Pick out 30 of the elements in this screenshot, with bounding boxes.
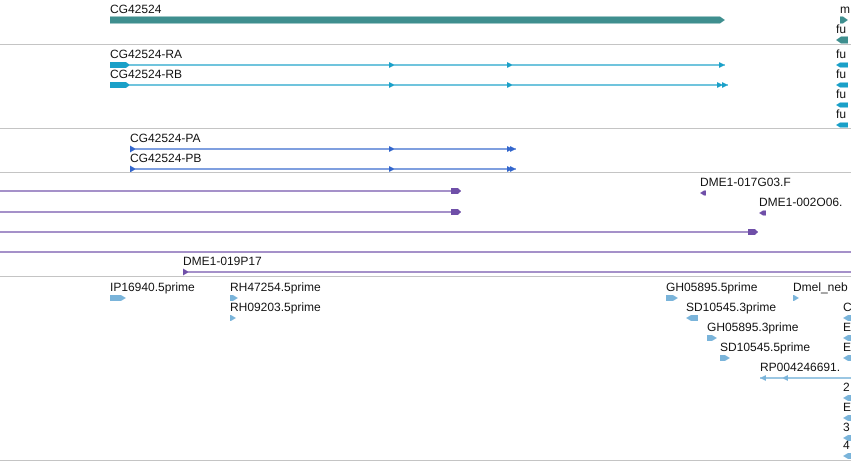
feature-label: IP16940.5prime	[110, 280, 195, 294]
feature-label: fu	[836, 107, 846, 121]
feature-label: m	[840, 2, 850, 16]
feature-label: 4	[843, 438, 850, 452]
feature-label: SD10545.3prime	[686, 300, 776, 314]
feature-label: fu	[836, 67, 846, 81]
feature-label: CG42524	[110, 2, 162, 16]
feature-label: GH05895.5prime	[666, 280, 758, 294]
feature-label: CG42524-RB	[110, 67, 182, 81]
feature-label: CG42524-PA	[130, 131, 200, 145]
feature-label: DME1-017G03.F	[700, 175, 791, 189]
feature-label: E	[843, 400, 851, 414]
feature-label: fu	[836, 22, 846, 36]
feature-label: GH05895.3prime	[707, 320, 798, 334]
feature-label: C	[843, 300, 851, 314]
feature-label: DME1-019P17	[183, 254, 262, 268]
feature-label: fu	[836, 47, 846, 61]
feature-label: fu	[836, 87, 846, 101]
feature-label: CG42524-RA	[110, 47, 182, 61]
feature-label: 2	[843, 380, 850, 394]
feature-label: Dmel_neb	[793, 280, 848, 294]
feature-label: RP004246691.	[760, 360, 840, 374]
feature-label: RH47254.5prime	[230, 280, 321, 294]
feature-label: CG42524-PB	[130, 151, 202, 165]
feature-label: RH09203.5prime	[230, 300, 321, 314]
feature-label: DME1-002O06.	[759, 195, 842, 209]
feature-label: E	[843, 340, 851, 354]
feature-label: 3	[843, 420, 850, 434]
feature-label: E	[843, 320, 851, 334]
feature-label: SD10545.5prime	[720, 340, 810, 354]
